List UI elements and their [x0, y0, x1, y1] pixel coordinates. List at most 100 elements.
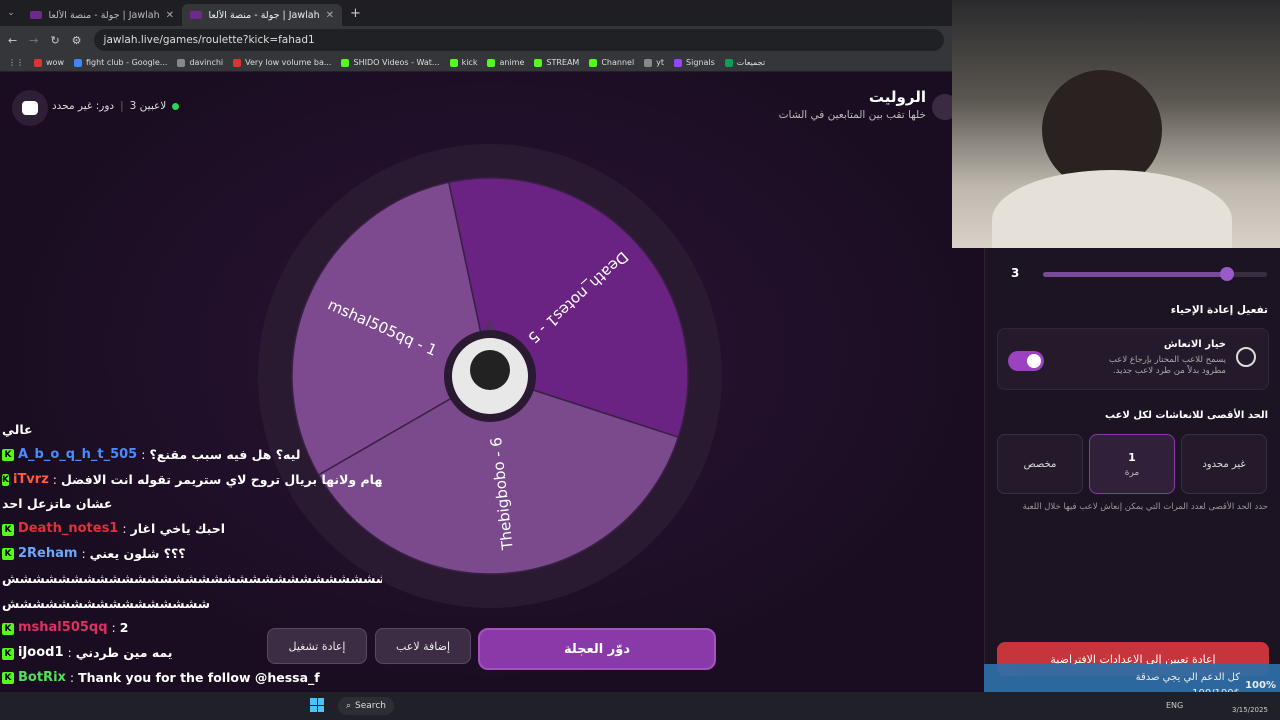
option-one-value: 1 — [1128, 450, 1136, 464]
chat-text: 2 — [119, 620, 129, 636]
site-info-icon[interactable]: ⚙ — [72, 34, 82, 47]
chat-message: K 2Reham: ؟؟؟ شلون يعني — [2, 542, 382, 567]
rounds-slider[interactable] — [1043, 267, 1267, 281]
chat-separator: : — [122, 521, 127, 537]
url-field[interactable]: jawlah.live/games/roulette?kick=fahad1 — [93, 29, 944, 51]
chat-text: عشان ماتزعل احد — [2, 496, 113, 512]
kick-badge-icon: K — [2, 473, 9, 486]
revive-section-title: تفعيل إعادة الإحياء — [1170, 304, 1268, 316]
chat-separator: : — [111, 620, 116, 636]
kick-badge-icon: K — [2, 672, 14, 685]
forward-icon[interactable]: → — [29, 34, 38, 47]
kick-badge-icon: K — [2, 622, 14, 635]
bookmark-folder[interactable]: davinchi — [177, 58, 223, 67]
url-text: jawlah.live/games/roulette?kick=fahad1 — [103, 34, 315, 46]
bookmark[interactable]: SHIDO Videos - Wat... — [341, 58, 440, 67]
chat-username[interactable]: 2Reham — [18, 542, 77, 567]
browser-tab[interactable]: Jawlah | جولة - منصة الألعاب الت ✕ — [22, 4, 182, 26]
back-icon[interactable]: ← — [8, 34, 17, 47]
chat-username[interactable]: iJood1 — [18, 641, 64, 666]
bookmark[interactable]: تجميعات — [724, 58, 765, 67]
chat-text: شششششششششششششششش — [2, 595, 211, 611]
chat-message: عالي — [2, 418, 382, 443]
bookmark[interactable]: anime — [487, 58, 524, 67]
apps-icon[interactable]: ⋮⋮ — [8, 58, 24, 67]
max-revive-desc: حدد الحد الأقصى لعدد المرات التي يمكن إن… — [1022, 502, 1268, 512]
add-player-button[interactable]: إضافة لاعب — [375, 628, 471, 664]
webcam-overlay — [952, 0, 1280, 248]
chat-username[interactable]: Death_notes1 — [18, 517, 118, 542]
new-tab-icon[interactable]: + — [350, 6, 361, 21]
search-label: Search — [355, 701, 386, 711]
language-indicator[interactable]: ENG — [1166, 701, 1183, 710]
chat-message: Kmshal505qq:2 — [2, 616, 382, 641]
revive-card-title: خيار الانعاش — [1163, 339, 1226, 350]
settings-panel: 3 تفعيل إعادة الإحياء خيار الانعاش يسمح … — [984, 248, 1280, 688]
spin-wheel-button[interactable]: دوّر العجلة — [478, 628, 716, 670]
revive-toggle[interactable] — [1008, 351, 1044, 371]
kick-badge-icon: K — [2, 449, 14, 462]
close-tab-icon[interactable]: ✕ — [326, 10, 334, 21]
chat-text: يمه مين طردني — [75, 645, 173, 661]
option-custom[interactable]: مخصص — [997, 434, 1083, 494]
chat-message: KiJood1: يمه مين طردني — [2, 641, 382, 666]
chat-text: ؟؟؟ شلون يعني — [89, 545, 186, 561]
chat-message: KiTvrz: ريهام ولانها بريال تروح لاي ستريم… — [2, 468, 382, 493]
refresh-icon — [1236, 347, 1256, 367]
streamer-hoodie — [992, 170, 1232, 248]
tab-title: Jawlah | جولة - منصة الألعاب الت — [48, 9, 160, 21]
chat-username[interactable]: BotRix — [18, 666, 66, 691]
option-unlimited[interactable]: غير محدود — [1181, 434, 1267, 494]
chat-text: ليه؟ هل فيه سبب مقنع؟ — [149, 446, 301, 462]
taskbar-date[interactable]: 3/15/2025 — [1232, 706, 1268, 714]
slider-value: 3 — [1011, 266, 1020, 280]
bookmark[interactable]: Very low volume ba... — [233, 58, 331, 67]
chat-text: ريهام ولانها بريال تروح لاي ستريمر تقوله… — [60, 471, 382, 487]
page-title: الروليت — [868, 88, 926, 106]
bookmark[interactable]: kick — [449, 58, 477, 67]
chat-text: Thank you for the follow @hessa_f — [78, 669, 320, 685]
bookmark[interactable]: STREAM — [534, 58, 579, 67]
tab-list-icon[interactable]: ⌄ — [0, 8, 22, 18]
chat-separator: : — [69, 669, 75, 685]
taskbar-search[interactable]: ⌕ Search — [338, 697, 394, 715]
tab-title: Jawlah | جولة - منصة الألعاب الت — [208, 9, 320, 21]
kick-badge-icon: K — [2, 548, 14, 561]
chat-username[interactable]: A_b_o_q_h_t_505 — [18, 443, 137, 468]
chat-separator: : — [67, 645, 72, 661]
online-dot — [172, 102, 180, 110]
avatar-face-icon — [470, 350, 510, 390]
revive-card-desc: يسمح للاعب المختار بإرجاع لاعب مطرود بدل… — [1108, 355, 1226, 377]
chat-overlay: عالي K A_b_o_q_h_t_505: ليه؟ هل فيه سبب مقن… — [2, 418, 382, 718]
game-status: دور: غير محدد | 3 لاعبين — [52, 100, 180, 112]
close-tab-icon[interactable]: ✕ — [166, 10, 174, 21]
chat-separator: : — [141, 446, 146, 462]
bookmark[interactable]: wow — [34, 58, 64, 67]
chat-username[interactable]: iTvrz — [13, 468, 49, 493]
jawlah-favicon — [190, 11, 202, 19]
bookmark[interactable]: Signals — [674, 58, 715, 67]
chat-icon[interactable] — [12, 90, 48, 126]
browser-tab-active[interactable]: Jawlah | جولة - منصة الألعاب الت ✕ — [182, 4, 342, 26]
chat-text: ششششششششششششششششششششششششششششششش — [2, 570, 382, 586]
chat-message: K BotRix: Thank you for the follow @hessa_… — [2, 666, 382, 691]
option-one[interactable]: 1 مرة — [1089, 434, 1175, 494]
bookmark[interactable]: Channel — [589, 58, 634, 67]
chat-text: احبك ياخي اغار — [130, 521, 226, 537]
address-bar-row: ← → ↻ ⚙ jawlah.live/games/roulette?kick=… — [0, 26, 952, 54]
chat-message: K A_b_o_q_h_t_505: ليه؟ هل فيه سبب مقنع؟ — [2, 443, 382, 468]
windows-start-icon[interactable] — [310, 698, 324, 712]
option-one-unit: مرة — [1124, 467, 1140, 478]
page-subtitle: خلها تقب بين المتابعين في الشات — [778, 109, 926, 121]
chat-message: ششششششششششششششششششششششششششششششش — [2, 567, 382, 592]
turn-text: دور: غير محدد — [52, 100, 115, 112]
chat-message: عشان ماتزعل احد — [2, 492, 382, 517]
max-revive-title: الحد الأقصى للانعاشات لكل لاعب — [1105, 410, 1268, 421]
taskbar: ⌕ Search ENG 3/15/2025 — [0, 692, 1280, 720]
bookmarks-bar: ⋮⋮ wow fight club - Google... davinchi V… — [0, 54, 952, 72]
reload-icon[interactable]: ↻ — [50, 34, 59, 47]
chat-username[interactable]: mshal505qq — [18, 616, 108, 641]
bookmark-folder[interactable]: yt — [644, 58, 664, 67]
bookmark[interactable]: fight club - Google... — [73, 58, 167, 67]
slider-thumb[interactable] — [1219, 267, 1234, 281]
